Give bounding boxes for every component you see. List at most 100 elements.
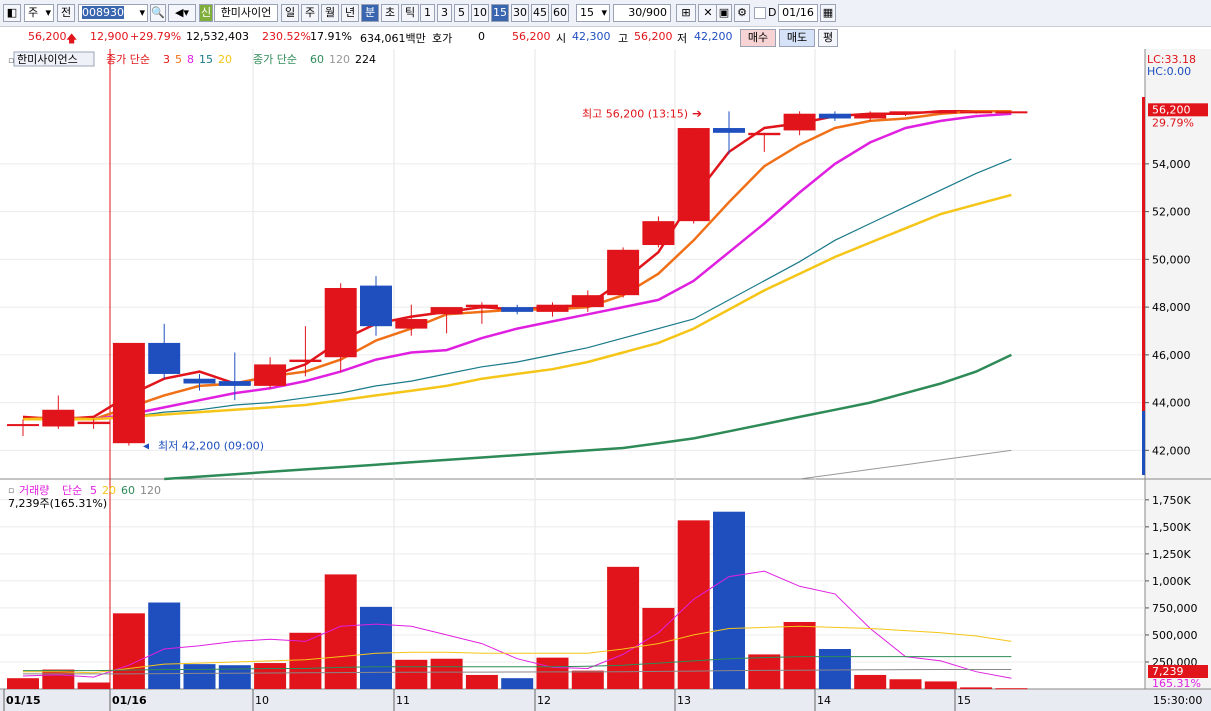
volume-bar bbox=[748, 654, 781, 689]
volume-bar bbox=[536, 657, 569, 689]
period-button-3[interactable]: 년 bbox=[341, 4, 359, 22]
d-checkbox[interactable] bbox=[754, 7, 766, 19]
interval-button-5[interactable]: 5 bbox=[454, 4, 469, 22]
sell-button[interactable]: 매도 bbox=[779, 29, 815, 47]
date-field[interactable]: 01/16 bbox=[778, 4, 818, 22]
high-label: 고 bbox=[618, 32, 629, 45]
gear-icon[interactable]: ⚙ bbox=[734, 4, 750, 22]
candle-body bbox=[218, 381, 251, 386]
y-tick-label: 44,000 bbox=[1152, 397, 1191, 410]
volume-tick-label: 1,500K bbox=[1152, 521, 1191, 534]
candle-body bbox=[360, 285, 392, 327]
legend-period-120: 120 bbox=[329, 53, 350, 66]
interval-dropdown-value: 15 bbox=[580, 6, 594, 19]
candle-body bbox=[395, 319, 428, 329]
legend-period-15: 15 bbox=[199, 53, 213, 66]
volume-bar bbox=[7, 678, 39, 689]
volume-bar bbox=[995, 688, 1028, 690]
turnover-rate: 17.91% bbox=[310, 30, 352, 43]
interval-button-60[interactable]: 60 bbox=[551, 4, 569, 22]
volume-tick-label: 750,000 bbox=[1152, 602, 1198, 615]
stock-chart[interactable]: 54,000 52,000 50,000 48,000 46,000 44,000 42,0… bbox=[0, 49, 1211, 711]
quote-bar: 56,200 🡅 12,900 +29.79% 12,532,403 230.5… bbox=[0, 27, 1211, 50]
x-axis-label: 14 bbox=[817, 694, 831, 707]
hc-label: HC:0.00 bbox=[1147, 65, 1191, 78]
ma-label-2: 종가 단순 bbox=[253, 53, 297, 66]
legend-period-5: 5 bbox=[175, 53, 182, 66]
y-tick-label: 54,000 bbox=[1152, 158, 1191, 171]
interval-button-3[interactable]: 3 bbox=[437, 4, 452, 22]
period-button-2[interactable]: 월 bbox=[321, 4, 339, 22]
crosshair-icon[interactable]: ✕ bbox=[698, 4, 718, 22]
chart-background bbox=[0, 49, 1211, 711]
volume-value: 12,532,403 bbox=[186, 30, 249, 43]
calendar-icon[interactable]: ▦ bbox=[820, 4, 836, 22]
interval-button-10[interactable]: 10 bbox=[471, 4, 489, 22]
speaker-icon[interactable]: ◀▾ bbox=[168, 4, 196, 22]
ma-label-1: 종가 단순 bbox=[106, 53, 150, 66]
low-label: 저 bbox=[677, 32, 688, 45]
save-icon[interactable]: ▣ bbox=[716, 4, 732, 22]
volume-bar bbox=[713, 511, 745, 689]
period-button-1[interactable]: 주 bbox=[301, 4, 319, 22]
search-icon[interactable]: 🔍 bbox=[150, 4, 166, 22]
x-axis-label: 15 bbox=[957, 694, 971, 707]
x-axis-label: 01/15 bbox=[6, 694, 41, 707]
period-button-5[interactable]: 초 bbox=[381, 4, 399, 22]
open-label: 시 bbox=[556, 32, 567, 45]
count-field[interactable]: 30/900 bbox=[613, 4, 671, 22]
period-button-6[interactable]: 틱 bbox=[401, 4, 419, 22]
volume-bar bbox=[395, 659, 428, 689]
legend-period-3: 3 bbox=[163, 53, 170, 66]
candle-body bbox=[7, 424, 39, 427]
candle-body bbox=[607, 249, 640, 296]
volume-bar bbox=[924, 681, 957, 689]
square-icon: ▫ bbox=[8, 56, 14, 66]
interval-button-45[interactable]: 45 bbox=[531, 4, 549, 22]
interval-button-30[interactable]: 30 bbox=[511, 4, 529, 22]
volume-bar bbox=[889, 679, 922, 689]
volume-bar bbox=[607, 566, 640, 689]
ma-legend-2: 60 120 224 bbox=[310, 53, 376, 66]
candle-body bbox=[324, 288, 357, 358]
volume-bar bbox=[77, 682, 110, 689]
legend-period-60: 60 bbox=[310, 53, 324, 66]
prev-button[interactable]: 전 bbox=[57, 4, 75, 22]
y-tick-label: 50,000 bbox=[1152, 253, 1191, 266]
x-axis-label: 11 bbox=[396, 694, 410, 707]
stock-name: 한미사이언 bbox=[214, 4, 278, 22]
volume-bar bbox=[960, 687, 993, 689]
candle-icon[interactable]: ⊞ bbox=[676, 4, 696, 22]
interval-button-15[interactable]: 15 bbox=[491, 4, 509, 22]
volume-bar bbox=[571, 670, 604, 689]
volume-bar bbox=[642, 607, 675, 689]
volume-bar bbox=[112, 613, 145, 689]
y-tick-label: 52,000 bbox=[1152, 206, 1191, 219]
legend-period-60: 60 bbox=[121, 484, 135, 497]
chevron-down-icon: ▾ bbox=[45, 6, 51, 19]
volume-bar bbox=[183, 664, 216, 689]
period-dropdown[interactable]: 주 ▾ bbox=[24, 4, 54, 22]
interval-button-1[interactable]: 1 bbox=[420, 4, 435, 22]
period-button-4[interactable]: 분 bbox=[361, 4, 379, 22]
chevron-down-icon: ▾ bbox=[601, 6, 607, 19]
legend-period-8: 8 bbox=[187, 53, 194, 66]
code-input[interactable]: 008930 ▾ bbox=[78, 4, 148, 22]
open-price: 42,300 bbox=[572, 30, 611, 43]
volume-last-pct: 165.31% bbox=[1152, 677, 1201, 690]
candle-body bbox=[924, 111, 957, 114]
chart-menu-icon[interactable]: ◧ bbox=[3, 4, 21, 22]
avg-button[interactable]: 평 bbox=[818, 29, 838, 47]
candle-body bbox=[995, 111, 1028, 114]
interval-dropdown[interactable]: 15 ▾ bbox=[576, 4, 610, 22]
buy-button[interactable]: 매수 bbox=[740, 29, 776, 47]
volume-bar bbox=[677, 520, 710, 689]
volume-bar bbox=[854, 674, 887, 689]
candle-body bbox=[536, 304, 569, 312]
y-axis-area bbox=[1145, 49, 1211, 689]
y-tick-label: 48,000 bbox=[1152, 301, 1191, 314]
price-change-pct: +29.79% bbox=[130, 30, 182, 43]
period-button-0[interactable]: 일 bbox=[281, 4, 299, 22]
period-dropdown-value: 주 bbox=[28, 6, 39, 19]
hoga-label: 호가 bbox=[432, 32, 453, 45]
